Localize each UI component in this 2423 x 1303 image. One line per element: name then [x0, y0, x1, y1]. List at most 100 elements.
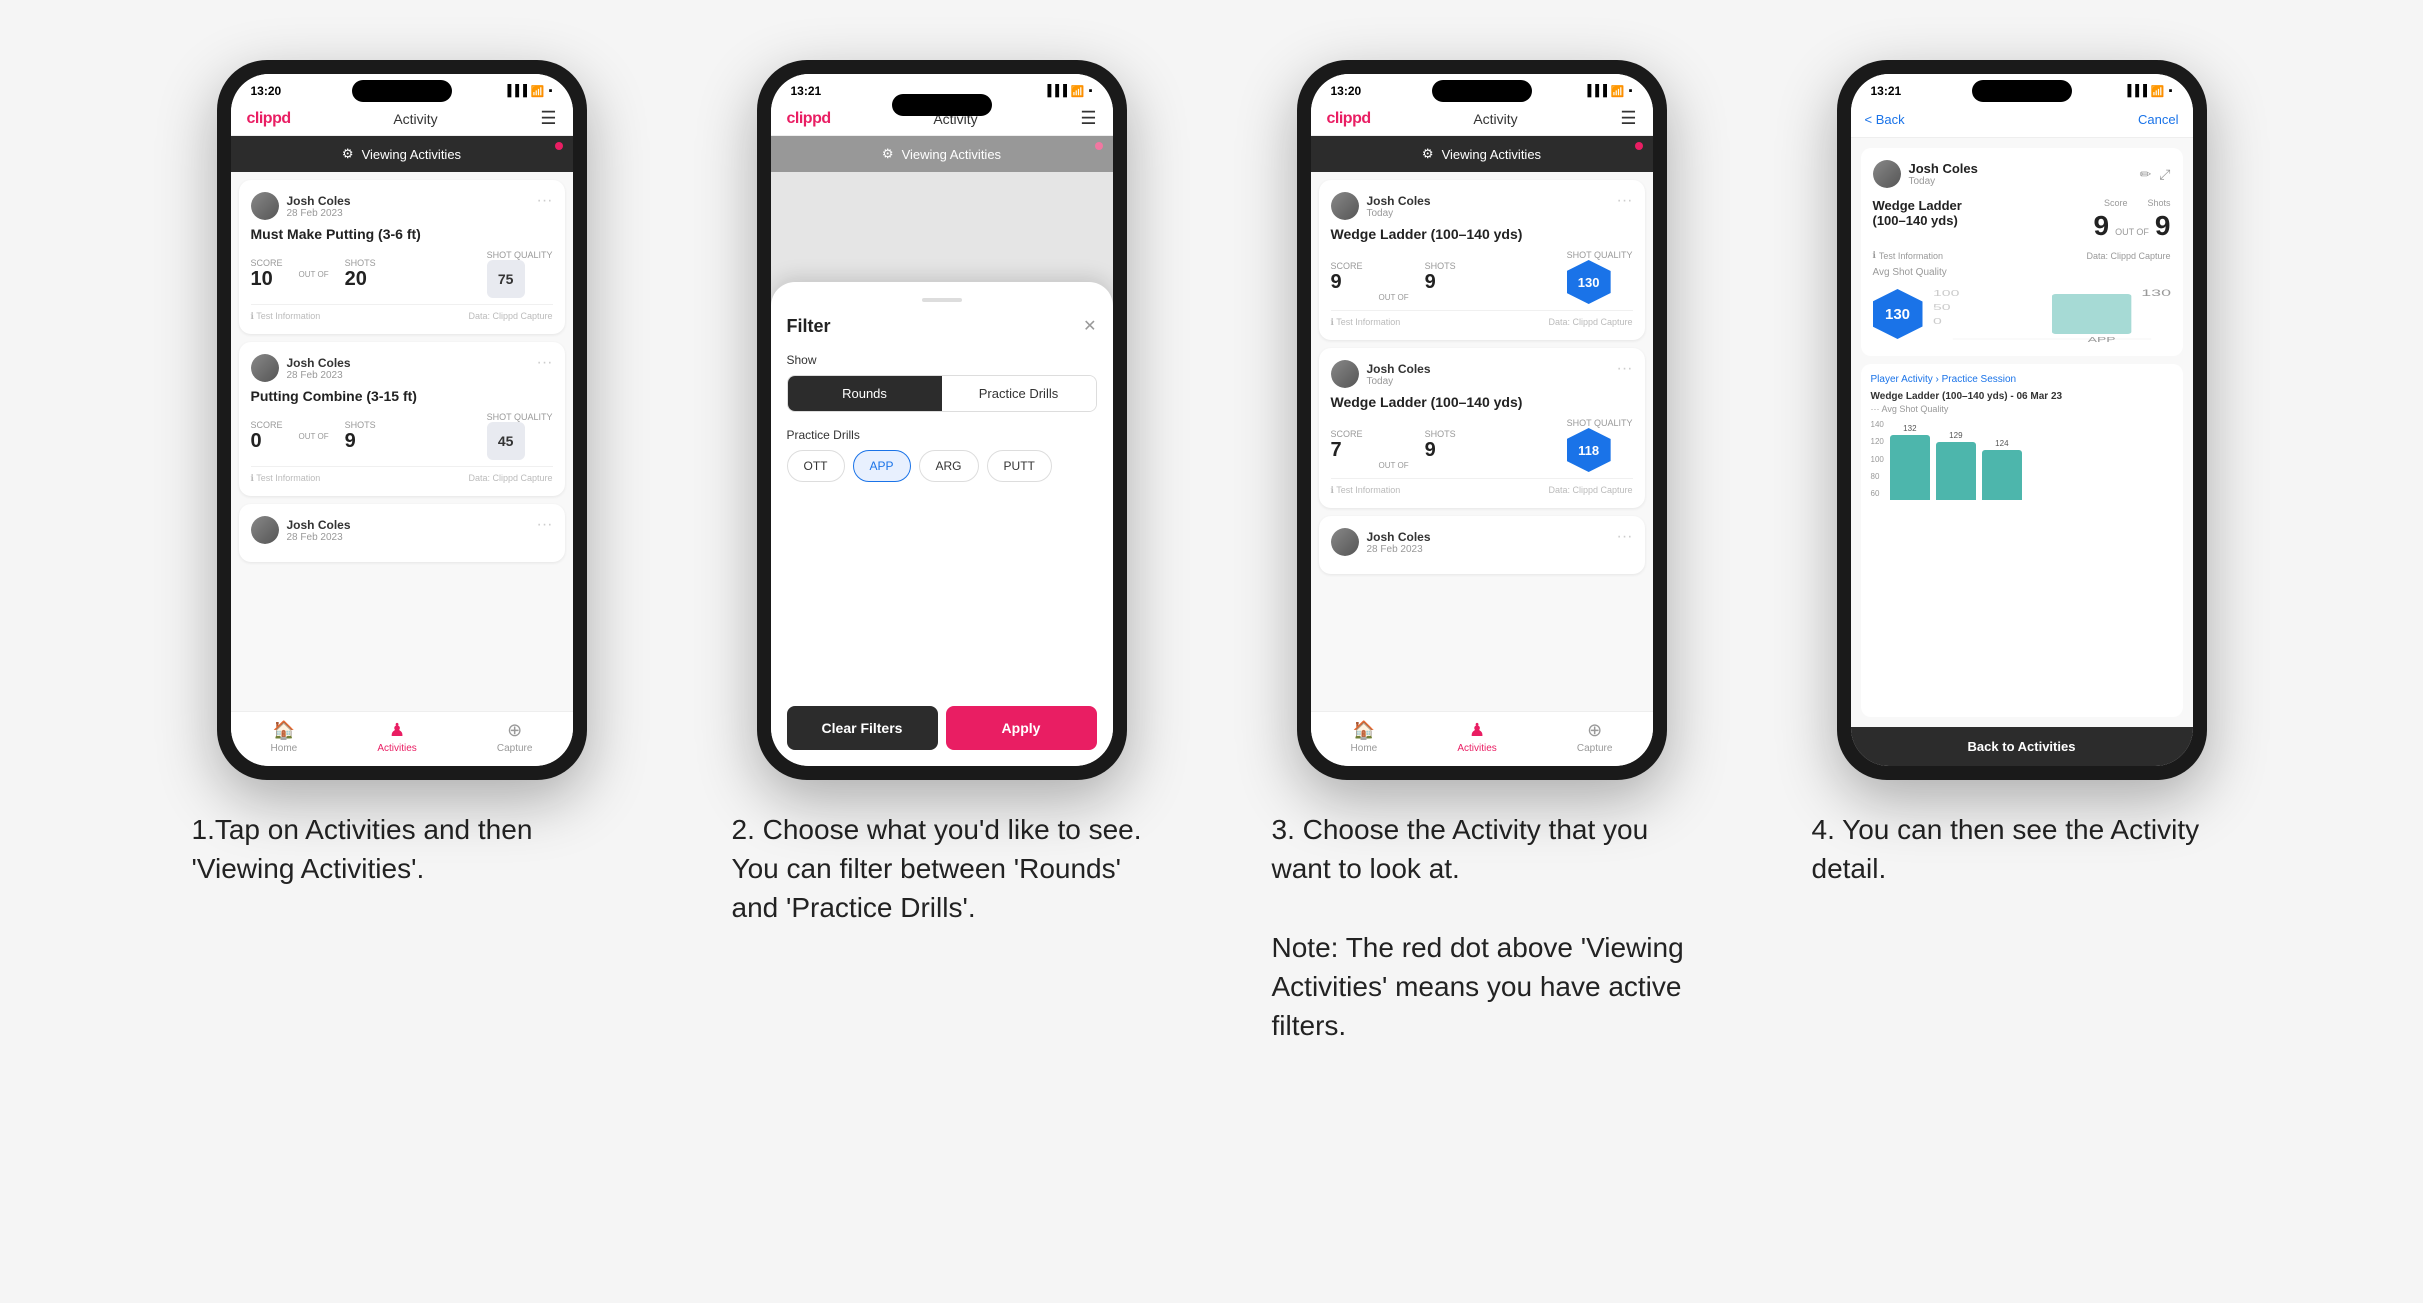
activity-card-3-3[interactable]: Josh Coles 28 Feb 2023 ··· [1319, 516, 1645, 574]
nav-bar-1: clippd Activity ☰ [231, 102, 573, 136]
red-dot-2 [1095, 142, 1103, 150]
score-stat-1-1: Score 10 [251, 258, 283, 291]
detail-user-row: Josh Coles Today ✏ ⤢ [1873, 160, 2171, 188]
chip-app[interactable]: APP [853, 450, 911, 482]
detail-user-info: Josh Coles Today [1873, 160, 1978, 188]
signal-icon: ▐▐▐ [504, 85, 527, 97]
card-header-3-2: Josh Coles Today ··· [1331, 360, 1633, 388]
card-user-1-2: Josh Coles 28 Feb 2023 [251, 354, 351, 382]
activities-icon-3: ♟ [1469, 720, 1485, 741]
user-date-3-1: Today [1367, 208, 1431, 219]
detail-score-value: 9 [2094, 210, 2110, 242]
bar-2: 129 [1936, 431, 1976, 500]
activities-label-3: Activities [1457, 743, 1496, 754]
phone-4-screen: 13:21 ▐▐▐ 📶 ▪ < Back Cancel [1851, 74, 2193, 766]
card-header-3-1: Josh Coles Today ··· [1331, 192, 1633, 220]
filter-handle [922, 298, 962, 302]
battery-icon-4: ▪ [2169, 85, 2173, 97]
filter-chips-row: OTT APP ARG PUTT [787, 450, 1097, 482]
cancel-button[interactable]: Cancel [2138, 112, 2178, 127]
more-dots-1-1[interactable]: ··· [537, 192, 553, 210]
quality-stat-1-1: Shot Quality 75 [487, 250, 553, 298]
expand-icon[interactable]: ⤢ [2159, 166, 2170, 183]
filter-close-button[interactable]: ✕ [1083, 316, 1096, 336]
avatar-3-3 [1331, 528, 1359, 556]
apply-button[interactable]: Apply [946, 706, 1097, 750]
chip-putt[interactable]: PUTT [987, 450, 1052, 482]
activity-card-1-2[interactable]: Josh Coles 28 Feb 2023 ··· Putting Combi… [239, 342, 565, 496]
card-user-3-1: Josh Coles Today [1331, 192, 1431, 220]
nav-activities-1[interactable]: ♟ Activities [377, 720, 416, 754]
outof-stat-1-1: OUT OF [299, 270, 329, 279]
nav-capture-1[interactable]: ⊕ Capture [497, 720, 533, 754]
card-stats-3-2: Score 7 OUT OF Shots 9 Shot Quality 118 [1331, 418, 1633, 472]
nav-menu-2[interactable]: ☰ [1080, 108, 1096, 129]
back-button[interactable]: < Back [1865, 112, 1905, 127]
phone-1-screen: 13:20 ▐▐▐ 📶 ▪ clippd Activity ☰ ⚙ Viewin… [231, 74, 573, 766]
activity-card-3-2[interactable]: Josh Coles Today ··· Wedge Ladder (100–1… [1319, 348, 1645, 508]
filter-actions: Clear Filters Apply [787, 706, 1097, 750]
red-dot-3 [1635, 142, 1643, 150]
bar-chart: 140 120 100 80 60 132 129 [1871, 420, 2173, 500]
nav-activities-3[interactable]: ♟ Activities [1457, 720, 1496, 754]
svg-text:APP: APP [2087, 336, 2115, 344]
viewing-banner-3[interactable]: ⚙ Viewing Activities [1311, 136, 1653, 172]
activities-icon-1: ♟ [389, 720, 405, 741]
filter-rounds-toggle[interactable]: Rounds [788, 376, 942, 411]
footer-right-3-2: Data: Clippd Capture [1548, 485, 1632, 496]
more-dots-1-3[interactable]: ··· [537, 516, 553, 534]
footer-right-1-2: Data: Clippd Capture [468, 473, 552, 484]
quality-badge-1-1: 75 [487, 260, 525, 298]
back-activities-button[interactable]: Back to Activities [1851, 727, 2193, 766]
more-dots-3-3[interactable]: ··· [1617, 528, 1633, 546]
card-header-3-3: Josh Coles 28 Feb 2023 ··· [1331, 528, 1633, 556]
filter-drills-toggle[interactable]: Practice Drills [942, 376, 1096, 411]
viewing-banner-1[interactable]: ⚙ Viewing Activities [231, 136, 573, 172]
chip-arg[interactable]: ARG [919, 450, 979, 482]
status-bar-4: 13:21 ▐▐▐ 📶 ▪ [1851, 74, 2193, 102]
nav-home-3[interactable]: 🏠 Home [1351, 720, 1378, 754]
status-time-2: 13:21 [791, 84, 822, 98]
card-stats-1-2: Score 0 OUT OF Shots 9 [251, 412, 553, 460]
home-label-1: Home [271, 743, 298, 754]
nav-menu-3[interactable]: ☰ [1620, 108, 1636, 129]
card-footer-3-1: ℹ Test Information Data: Clippd Capture [1331, 310, 1633, 328]
filter-modal: Filter ✕ Show Rounds Practice Drills Pra… [771, 282, 1113, 766]
status-bar-3: 13:20 ▐▐▐ 📶 ▪ [1311, 74, 1653, 102]
nav-title-3: Activity [1371, 111, 1621, 127]
card-header-1-2: Josh Coles 28 Feb 2023 ··· [251, 354, 553, 382]
edit-icon[interactable]: ✏ [2140, 166, 2152, 183]
more-dots-1-2[interactable]: ··· [537, 354, 553, 372]
user-date-1-3: 28 Feb 2023 [287, 532, 351, 543]
card-user-3-3: Josh Coles 28 Feb 2023 [1331, 528, 1431, 556]
status-time-4: 13:21 [1871, 84, 1902, 98]
shots-stat-3-1: Shots 9 [1425, 261, 1456, 294]
filter-header: Filter ✕ [787, 316, 1097, 337]
filter-icon-1: ⚙ [342, 146, 354, 162]
battery-icon-2: ▪ [1089, 85, 1093, 97]
footer-right-1-1: Data: Clippd Capture [468, 311, 552, 322]
chip-ott[interactable]: OTT [787, 450, 845, 482]
detail-score-row: Wedge Ladder (100–140 yds) Score Shots 9… [1873, 198, 2171, 242]
notch-2 [892, 94, 992, 116]
clear-filters-button[interactable]: Clear Filters [787, 706, 938, 750]
filter-icon-3: ⚙ [1422, 146, 1434, 162]
card-stats-1-1: Score 10 OUT OF Shots 20 [251, 250, 553, 298]
quality-stat-3-1: Shot Quality 130 [1567, 250, 1633, 304]
user-info-1-2: Josh Coles 28 Feb 2023 [287, 356, 351, 381]
nav-home-1[interactable]: 🏠 Home [271, 720, 298, 754]
activity-card-3-1[interactable]: Josh Coles Today ··· Wedge Ladder (100–1… [1319, 180, 1645, 340]
more-dots-3-2[interactable]: ··· [1617, 360, 1633, 378]
more-dots-3-1[interactable]: ··· [1617, 192, 1633, 210]
nav-menu-1[interactable]: ☰ [540, 108, 556, 129]
nav-capture-3[interactable]: ⊕ Capture [1577, 720, 1613, 754]
activity-card-1-1[interactable]: Josh Coles 28 Feb 2023 ··· Must Make Put… [239, 180, 565, 334]
notch-3 [1432, 80, 1532, 102]
chart-subtitle: ··· Avg Shot Quality [1871, 404, 2173, 414]
activity-card-1-3[interactable]: Josh Coles 28 Feb 2023 ··· [239, 504, 565, 562]
caption-1: 1.Tap on Activities and then 'Viewing Ac… [192, 810, 612, 888]
capture-icon-1: ⊕ [507, 720, 522, 741]
caption-2: 2. Choose what you'd like to see. You ca… [732, 810, 1152, 928]
svg-text:50: 50 [1933, 303, 1951, 312]
avatar-1-1 [251, 192, 279, 220]
